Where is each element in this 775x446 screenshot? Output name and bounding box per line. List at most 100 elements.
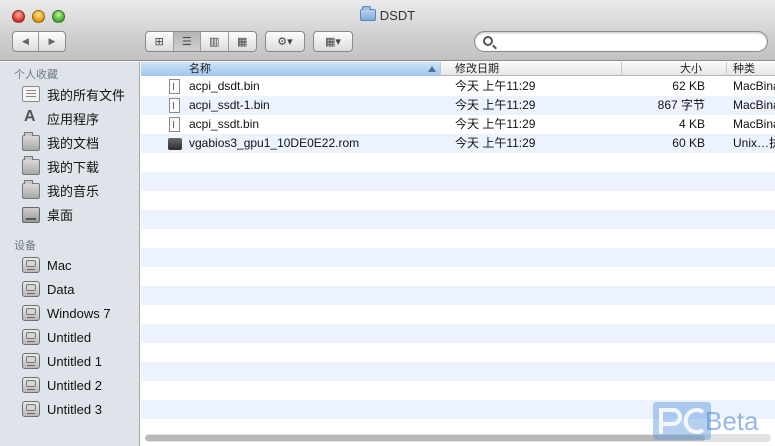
- search-input[interactable]: [499, 34, 759, 49]
- empty-row: [141, 229, 775, 248]
- empty-row: [141, 381, 775, 400]
- action-button[interactable]: ⚙▾: [265, 31, 305, 52]
- document-icon: [169, 98, 180, 113]
- disk-icon: [22, 257, 40, 273]
- finder-window: DSDT ◀ ▶ ⊞ ☰ ▥ ▦ ⚙▾ ▦▾ 个人收藏 我的所有文件 A 应用程…: [0, 0, 775, 446]
- pc-logo-icon: [653, 402, 711, 440]
- sidebar-item-device[interactable]: Data: [22, 278, 74, 300]
- column-name-header[interactable]: 名称: [141, 62, 441, 76]
- file-size: 60 KB: [672, 136, 705, 150]
- sidebar-item-device[interactable]: Untitled: [22, 326, 91, 348]
- empty-row: [141, 210, 775, 229]
- file-name: acpi_ssdt-1.bin: [189, 98, 270, 112]
- cover-flow-button[interactable]: ▦: [229, 32, 256, 51]
- gear-icon: ⚙▾: [277, 36, 293, 48]
- file-row[interactable]: acpi_ssdt-1.bin 今天 上午11:29 867 字节 MacBin…: [141, 96, 775, 115]
- empty-row: [141, 324, 775, 343]
- file-name: vgabios3_gpu1_10DE0E22.rom: [189, 136, 360, 150]
- search-icon: [483, 36, 493, 46]
- file-row[interactable]: acpi_ssdt.bin 今天 上午11:29 4 KB MacBinar: [141, 115, 775, 134]
- sidebar-item-applications[interactable]: 应用程序: [22, 107, 99, 129]
- file-size: 62 KB: [672, 79, 705, 93]
- sidebar: 个人收藏 我的所有文件 应用程序 我的文档 我的下载 我的音乐 桌面 设备: [0, 62, 140, 446]
- column-view-icon: ▥: [209, 36, 220, 48]
- folder-icon: [359, 6, 376, 21]
- arrange-button[interactable]: ▦▾: [313, 31, 353, 52]
- sidebar-item-desktop[interactable]: 桌面: [22, 203, 73, 225]
- back-button[interactable]: ◀: [13, 32, 40, 51]
- sort-ascending-icon: [428, 66, 436, 72]
- sidebar-header-favorites: 个人收藏: [14, 69, 58, 81]
- sidebar-item-device[interactable]: Mac: [22, 254, 72, 276]
- empty-row: [141, 267, 775, 286]
- file-list: 名称 修改日期 大小 种类 acpi_dsdt.bin 今天 上午11:29 6…: [141, 62, 775, 446]
- sidebar-item-label: 桌面: [47, 207, 74, 223]
- file-size: 4 KB: [678, 117, 705, 131]
- executable-icon: [168, 138, 182, 150]
- file-kind: MacBinar: [733, 79, 775, 93]
- pc-logo-shape: [659, 408, 705, 434]
- desktop-icon: [22, 207, 40, 223]
- icon-view-button[interactable]: ⊞: [146, 32, 174, 51]
- sidebar-item-label: Untitled 2: [47, 377, 102, 393]
- column-view-button[interactable]: ▥: [201, 32, 229, 51]
- sidebar-item-device[interactable]: Untitled 3: [22, 398, 102, 420]
- arrow-left-icon: ◀: [22, 36, 29, 46]
- sidebar-item-device[interactable]: Windows 7: [22, 302, 111, 324]
- sidebar-item-documents[interactable]: 我的文档: [22, 131, 99, 153]
- sidebar-item-music[interactable]: 我的音乐: [22, 179, 99, 201]
- list-view-button[interactable]: ☰: [173, 32, 201, 51]
- list-view-icon: ☰: [181, 36, 192, 48]
- folder-icon: [22, 180, 40, 199]
- search-field: [474, 31, 768, 52]
- cover-flow-icon: ▦: [237, 36, 248, 48]
- arrow-right-icon: ▶: [48, 36, 56, 46]
- toolbar: DSDT ◀ ▶ ⊞ ☰ ▥ ▦ ⚙▾ ▦▾: [0, 0, 775, 61]
- empty-row: [141, 343, 775, 362]
- sidebar-item-device[interactable]: Untitled 2: [22, 374, 102, 396]
- file-row[interactable]: vgabios3_gpu1_10DE0E22.rom 今天 上午11:29 60…: [141, 134, 775, 153]
- file-name: acpi_ssdt.bin: [189, 117, 260, 131]
- empty-row: [141, 153, 775, 172]
- disk-icon: [22, 281, 40, 297]
- empty-row: [141, 305, 775, 324]
- document-icon: [169, 79, 180, 94]
- column-size-header[interactable]: 大小: [622, 62, 727, 76]
- file-kind: Unix…执: [733, 136, 775, 150]
- scrollbar-thumb[interactable]: [145, 435, 705, 441]
- sidebar-item-label: Untitled 1: [47, 353, 102, 369]
- empty-row: [141, 191, 775, 210]
- folder-icon: [22, 156, 40, 175]
- sidebar-item-downloads[interactable]: 我的下载: [22, 155, 99, 177]
- disk-icon: [22, 401, 40, 417]
- disk-icon: [22, 377, 40, 393]
- sidebar-item-all-files[interactable]: 我的所有文件: [22, 83, 125, 105]
- sidebar-item-label: Untitled: [47, 329, 92, 345]
- applications-icon: [22, 108, 40, 126]
- sidebar-header-devices: 设备: [14, 240, 36, 252]
- document-icon: [169, 117, 180, 132]
- disk-icon: [22, 305, 40, 321]
- disk-icon: [22, 329, 40, 345]
- sidebar-item-label: Windows 7: [47, 305, 111, 321]
- column-header: 名称 修改日期 大小 种类: [141, 62, 775, 76]
- file-row[interactable]: acpi_dsdt.bin 今天 上午11:29 62 KB MacBinar: [141, 77, 775, 96]
- sidebar-item-label: 应用程序: [47, 111, 100, 127]
- sidebar-item-device[interactable]: Untitled 1: [22, 350, 102, 372]
- window-title: DSDT: [0, 6, 775, 23]
- file-name: acpi_dsdt.bin: [189, 79, 260, 93]
- sidebar-item-label: Untitled 3: [47, 401, 102, 417]
- column-kind-header[interactable]: 种类: [727, 62, 775, 76]
- file-kind: MacBinar: [733, 98, 775, 112]
- sidebar-item-label: 我的音乐: [47, 183, 100, 199]
- all-files-icon: [22, 86, 40, 102]
- pcbeta-watermark-logo: Beta: [653, 402, 768, 440]
- file-kind: MacBinar: [733, 117, 775, 131]
- sidebar-item-label: 我的所有文件: [47, 87, 126, 103]
- sidebar-item-label: Data: [47, 281, 75, 297]
- sidebar-item-label: 我的下载: [47, 159, 100, 175]
- forward-button[interactable]: ▶: [39, 32, 65, 51]
- column-date-header[interactable]: 修改日期: [441, 62, 622, 76]
- disk-icon: [22, 353, 40, 369]
- empty-row: [141, 248, 775, 267]
